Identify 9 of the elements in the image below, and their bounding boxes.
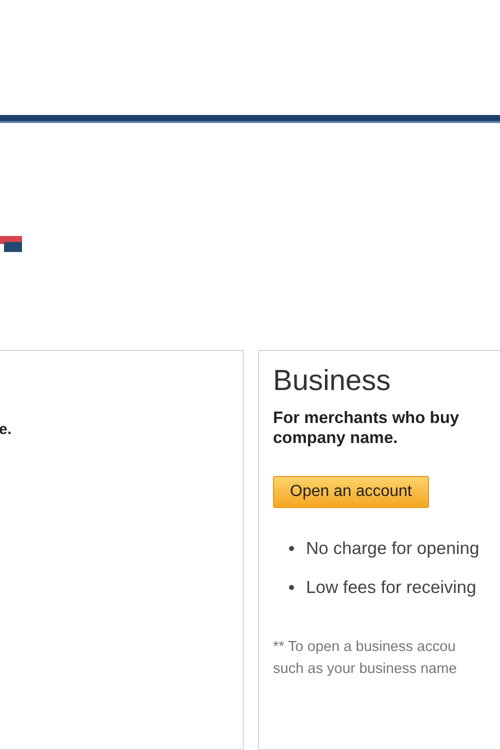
footnote: ** To open a business accou such as your business name xyxy=(273,638,458,679)
bullet-icon xyxy=(289,546,294,551)
bullet-text: Low fees for receiving xyxy=(306,577,476,598)
flag-icon xyxy=(0,236,22,252)
bullet-icon xyxy=(289,585,294,590)
open-account-button[interactable]: Open an account xyxy=(273,476,429,508)
card-title: Business xyxy=(273,365,392,398)
bullet-text: No charge for opening xyxy=(306,538,480,559)
card-description: For merchants who buy company name. xyxy=(273,408,460,448)
